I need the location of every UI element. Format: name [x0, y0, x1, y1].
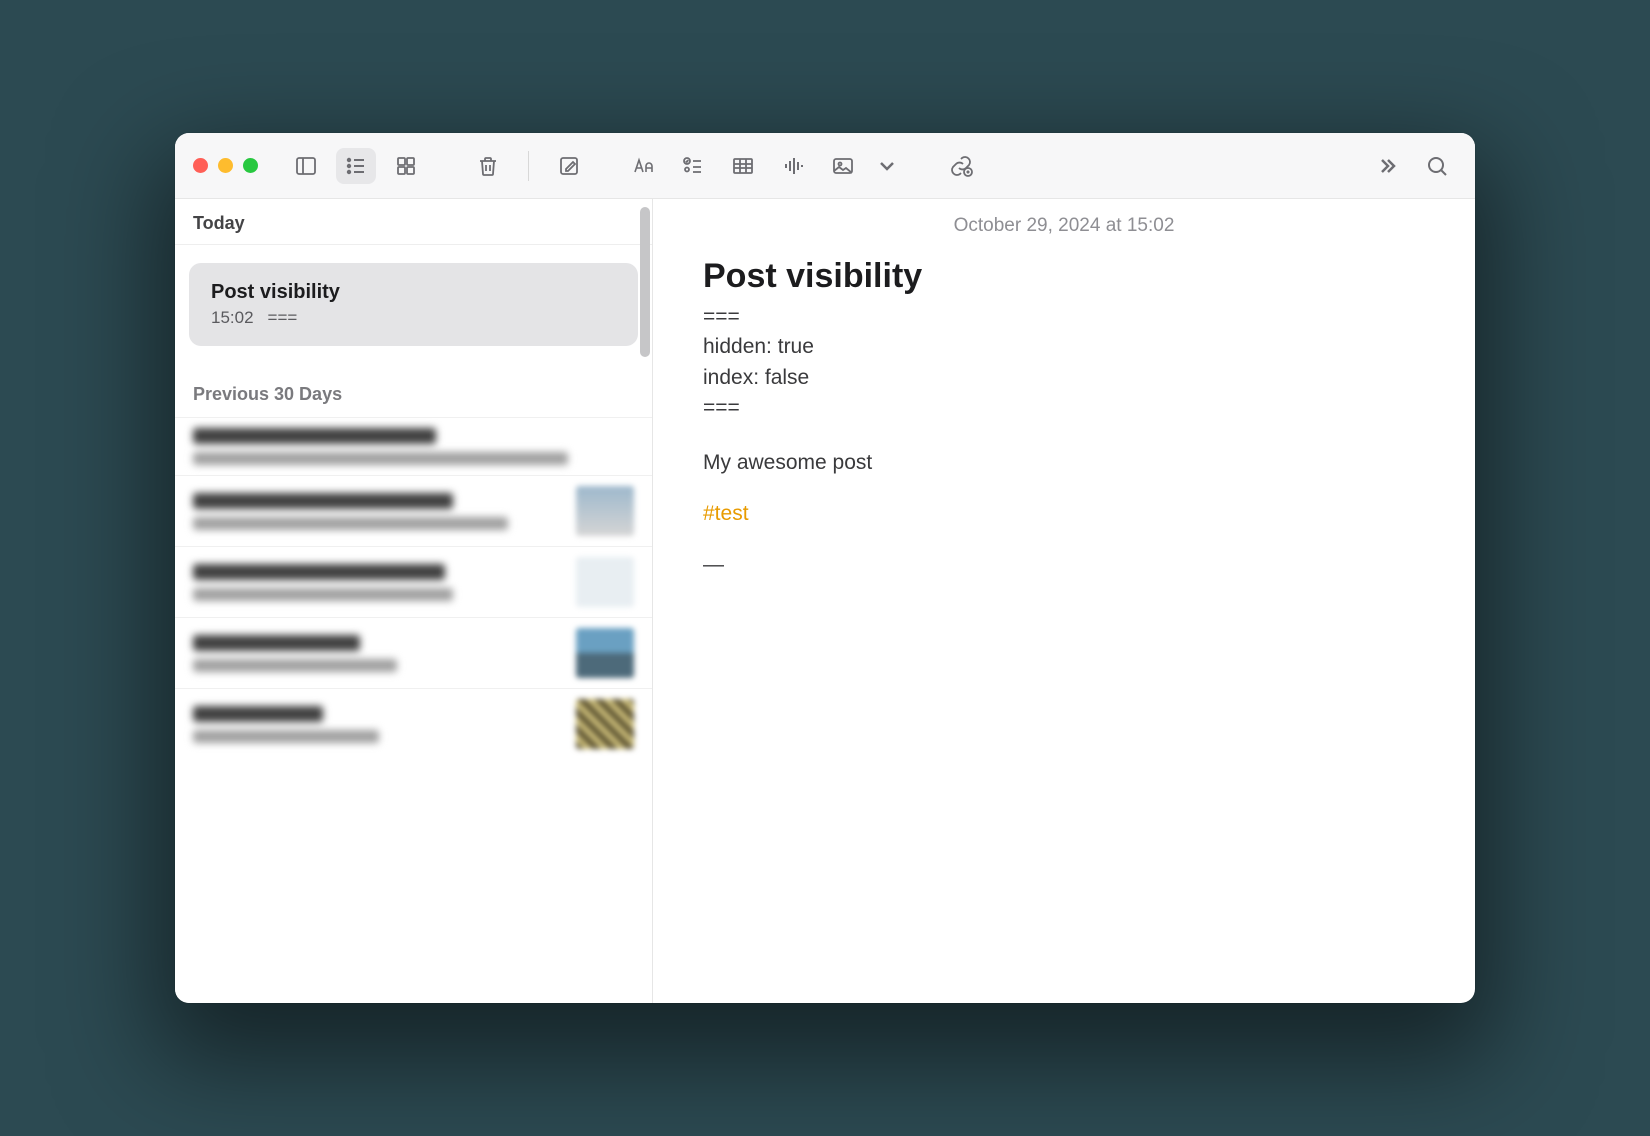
list-view-button[interactable]: [336, 148, 376, 184]
section-header-prev30: Previous 30 Days: [175, 356, 652, 417]
note-body-line: ===: [703, 302, 1425, 332]
delete-note-button[interactable]: [468, 148, 508, 184]
note-body-line: index: false: [703, 363, 1425, 393]
note-thumbnail: [576, 557, 634, 607]
note-thumbnail: [576, 628, 634, 678]
note-body-line: hidden: true: [703, 332, 1425, 362]
new-note-button[interactable]: [549, 148, 589, 184]
note-heading: Post visibility: [703, 257, 1425, 296]
note-list-item[interactable]: [175, 475, 652, 546]
note-list-item[interactable]: [175, 688, 652, 759]
note-timestamp: October 29, 2024 at 15:02: [703, 215, 1425, 237]
media-dropdown-chevron-icon[interactable]: [867, 148, 907, 184]
scrollbar-thumb[interactable]: [640, 207, 650, 357]
content-area: Today Post visibility 15:02 === Previous…: [175, 199, 1475, 1003]
note-list-item[interactable]: [175, 617, 652, 688]
link-button[interactable]: [941, 148, 981, 184]
table-button[interactable]: [723, 148, 763, 184]
note-body-line: ===: [703, 393, 1425, 423]
notes-list-sidebar: Today Post visibility 15:02 === Previous…: [175, 199, 653, 1003]
note-tag[interactable]: #test: [703, 502, 1425, 526]
toolbar: [175, 133, 1475, 199]
toggle-sidebar-button[interactable]: [286, 148, 326, 184]
format-text-button[interactable]: [623, 148, 663, 184]
checklist-button[interactable]: [673, 148, 713, 184]
note-thumbnail: [576, 486, 634, 536]
note-meta: 15:02 ===: [211, 308, 616, 328]
note-body-line: —: [703, 550, 1425, 580]
note-list-item[interactable]: Post visibility 15:02 ===: [189, 263, 638, 346]
note-preview: ===: [268, 308, 298, 328]
overflow-button[interactable]: [1367, 148, 1407, 184]
grid-view-button[interactable]: [386, 148, 426, 184]
note-time: 15:02: [211, 308, 254, 328]
media-button[interactable]: [823, 148, 863, 184]
note-body-line: My awesome post: [703, 448, 1425, 478]
note-list-item[interactable]: [175, 417, 652, 475]
search-button[interactable]: [1417, 148, 1457, 184]
notes-window: Today Post visibility 15:02 === Previous…: [175, 133, 1475, 1003]
note-list-item[interactable]: [175, 546, 652, 617]
close-window-button[interactable]: [193, 158, 208, 173]
note-thumbnail: [576, 699, 634, 749]
window-controls: [193, 158, 258, 173]
audio-button[interactable]: [773, 148, 813, 184]
note-editor[interactable]: October 29, 2024 at 15:02 Post visibilit…: [653, 199, 1475, 1003]
maximize-window-button[interactable]: [243, 158, 258, 173]
note-title: Post visibility: [211, 281, 616, 304]
minimize-window-button[interactable]: [218, 158, 233, 173]
section-header-today: Today: [175, 199, 652, 245]
toolbar-separator: [528, 151, 529, 181]
